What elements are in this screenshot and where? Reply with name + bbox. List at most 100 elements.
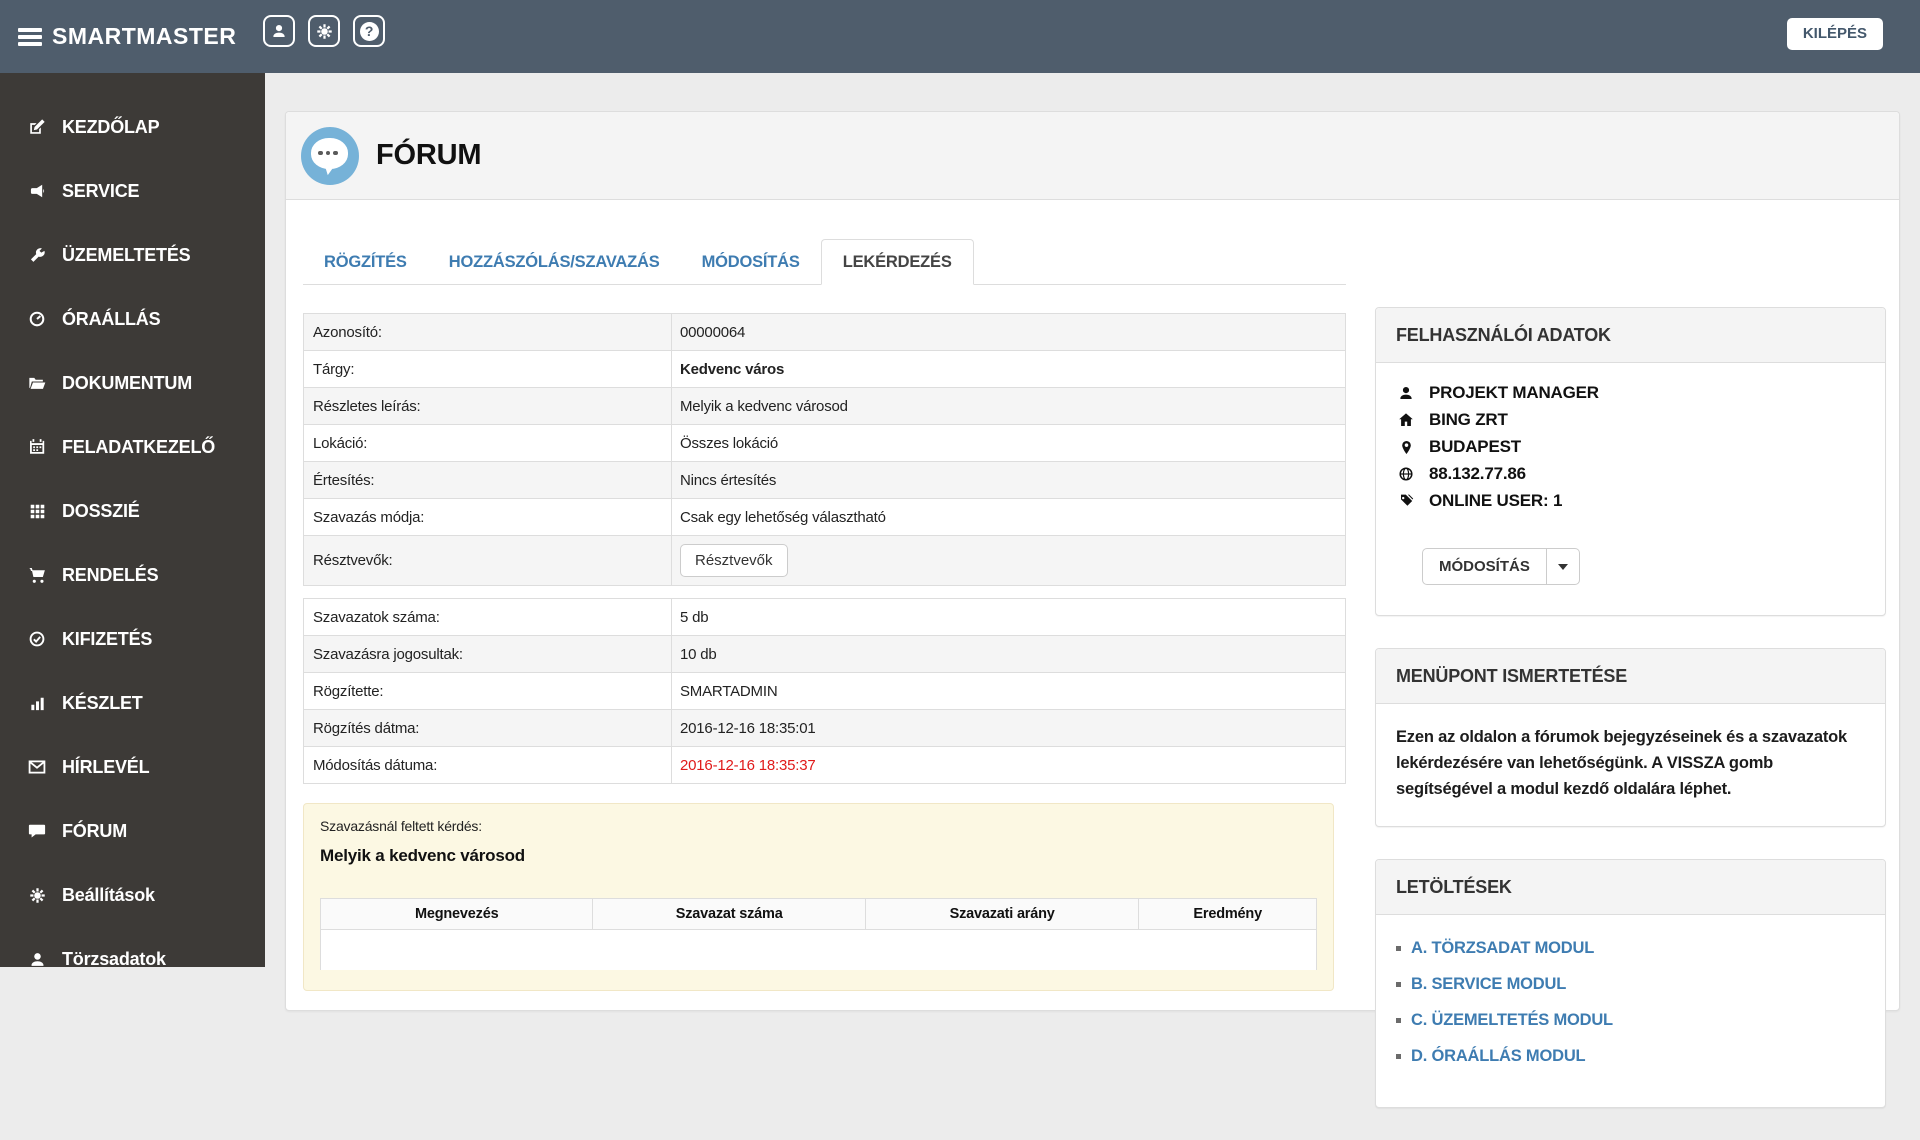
tab-hozzaszolas-szavazas[interactable]: HOZZÁSZÓLÁS/SZAVAZÁS [428, 240, 681, 284]
sidebar-item-label: FELADATKEZELŐ [62, 436, 216, 457]
sidebar-item-label: ÓRAÁLLÁS [62, 308, 161, 329]
menu-description-text: Ezen az oldalon a fórumok bejegyzéseinek… [1396, 728, 1847, 798]
poll-col-eredmeny: Eredmény [1139, 899, 1318, 930]
globe-icon [1396, 466, 1416, 482]
user-company-item: BING ZRT [1396, 410, 1865, 430]
downloads-title: LETÖLTÉSEK [1376, 860, 1885, 915]
table-row-modified-date: Módosítás dátuma: 2016-12-16 18:35:37 [304, 747, 1345, 784]
downloads-list: A. TÖRZSADAT MODUL B. SERVICE MODUL C. Ü… [1396, 939, 1865, 1066]
sidebar-item-rendeles[interactable]: RENDELÉS [0, 543, 265, 607]
tab-rogzites[interactable]: RÖGZÍTÉS [303, 240, 428, 284]
poll-results-panel: Szavazásnál feltett kérdés: Melyik a ked… [303, 803, 1334, 991]
sidebar-item-hirlevel[interactable]: HÍRLEVÉL [0, 735, 265, 799]
settings-button[interactable] [308, 15, 340, 47]
downloads-panel: LETÖLTÉSEK A. TÖRZSADAT MODUL B. SERVICE… [1375, 859, 1886, 1108]
comment-icon [25, 822, 49, 840]
sidebar-item-label: KÉSZLET [62, 692, 143, 713]
sidebar-item-torzsadatok[interactable]: Törzsadatok [0, 927, 265, 991]
tab-modositas[interactable]: MÓDOSÍTÁS [681, 240, 821, 284]
gear-icon [316, 23, 333, 40]
sidebar-item-keszlet[interactable]: KÉSZLET [0, 671, 265, 735]
participants-button[interactable]: Résztvevők [680, 544, 788, 577]
page-title: FÓRUM [376, 139, 482, 171]
sidebar-item-dokumentum[interactable]: DOKUMENTUM [0, 351, 265, 415]
forum-panel: FÓRUM RÖGZÍTÉS HOZZÁSZÓLÁS/SZAVAZÁS MÓDO… [285, 111, 1900, 1108]
sidebar-item-forum[interactable]: FÓRUM [0, 799, 265, 863]
menu-toggle-icon[interactable] [18, 28, 42, 46]
download-link-service[interactable]: B. SERVICE MODUL [1411, 975, 1566, 994]
table-row: Részletes leírás: Melyik a kedvenc város… [304, 388, 1345, 425]
poll-question: Melyik a kedvenc városod [320, 846, 525, 865]
envelope-icon [25, 758, 49, 776]
sidebar-item-label: DOSSZIÉ [62, 500, 140, 521]
poll-results-table: Megnevezés Szavazat száma Szavazati arán… [320, 898, 1318, 930]
menu-description-title: MENÜPONT ISMERTETÉSE [1376, 649, 1885, 704]
app-brand: SMARTMASTER [52, 23, 237, 49]
help-button[interactable]: ? [353, 15, 385, 47]
top-navbar: SMARTMASTER ? KILÉPÉS [0, 0, 1920, 73]
table-row: Szavazás módja: Csak egy lehetőség válas… [304, 499, 1345, 536]
user-data-panel-title: FELHASZNÁLÓI ADATOK [1376, 308, 1885, 363]
poll-col-megnevezes: Megnevezés [321, 899, 594, 930]
table-row: Rögzítés dátma: 2016-12-16 18:35:01 [304, 710, 1345, 747]
sidebar-item-oraallas[interactable]: ÓRAÁLLÁS [0, 287, 265, 351]
edit-icon [25, 118, 49, 136]
download-link-torzsadat[interactable]: A. TÖRZSADAT MODUL [1411, 939, 1594, 958]
table-row: Értesítés: Nincs értesítés [304, 462, 1345, 499]
user-city-item: BUDAPEST [1396, 437, 1865, 457]
home-icon [1396, 412, 1416, 428]
map-marker-icon [1396, 440, 1416, 455]
forum-details-table: Azonosító: 00000064 Tárgy: Kedvenc város… [303, 313, 1346, 586]
person-icon [1396, 385, 1416, 401]
sidebar-item-dosszie[interactable]: DOSSZIÉ [0, 479, 265, 543]
poll-table-row [320, 930, 1317, 970]
sidebar-item-label: ÜZEMELTETÉS [62, 244, 191, 265]
modify-dropdown-toggle[interactable] [1546, 548, 1580, 585]
sidebar-nav: KEZDŐLAP SERVICE ÜZEMELTETÉS ÓRAÁLLÁS DO… [0, 73, 265, 969]
forum-panel-heading: FÓRUM [286, 112, 1899, 200]
sidebar-item-service[interactable]: SERVICE [0, 159, 265, 223]
user-info-list: PROJEKT MANAGER BING ZRT BUDAPEST 88.132… [1396, 383, 1865, 511]
download-link-uzemeltetes[interactable]: C. ÜZEMELTETÉS MODUL [1411, 1011, 1613, 1030]
chevron-down-icon [1557, 563, 1568, 570]
poll-col-szavazat-szama: Szavazat száma [593, 899, 866, 930]
grid-icon [25, 503, 49, 520]
person-icon [25, 951, 49, 968]
gear-icon [25, 887, 49, 904]
forum-meta-table: Szavazatok száma: 5 db Szavazásra jogosu… [303, 598, 1346, 784]
table-row: Szavazásra jogosultak: 10 db [304, 636, 1345, 673]
sidebar-item-label: KIFIZETÉS [62, 628, 153, 649]
sidebar-item-label: SERVICE [62, 180, 140, 201]
bullet-icon [1396, 982, 1401, 987]
user-ip-item: 88.132.77.86 [1396, 464, 1865, 484]
sidebar-item-feladatkezelo[interactable]: FELADATKEZELŐ [0, 415, 265, 479]
logout-button[interactable]: KILÉPÉS [1786, 18, 1883, 50]
sidebar-item-uzemeltetes[interactable]: ÜZEMELTETÉS [0, 223, 265, 287]
forum-tabs: RÖGZÍTÉS HOZZÁSZÓLÁS/SZAVAZÁS MÓDOSÍTÁS … [303, 238, 1346, 285]
user-data-panel: FELHASZNÁLÓI ADATOK PROJEKT MANAGER BING… [1375, 307, 1886, 616]
user-name-item: PROJEKT MANAGER [1396, 383, 1865, 403]
table-row-participants: Résztvevők: Résztvevők [304, 536, 1345, 586]
sidebar-item-label: KEZDŐLAP [62, 116, 160, 137]
list-item: B. SERVICE MODUL [1396, 975, 1865, 994]
question-icon: ? [359, 21, 379, 41]
poll-col-szavazati-arany: Szavazati arány [865, 899, 1140, 930]
tab-lekerdezes[interactable]: LEKÉRDEZÉS [820, 239, 974, 285]
table-row: Lokáció: Összes lokáció [304, 425, 1345, 462]
sidebar-item-kifizetes[interactable]: KIFIZETÉS [0, 607, 265, 671]
sidebar-item-label: DOKUMENTUM [62, 372, 192, 393]
bullhorn-icon [25, 182, 49, 200]
modify-button[interactable]: MÓDOSÍTÁS [1422, 548, 1547, 585]
user-icon [271, 23, 287, 39]
right-sidebar: FELHASZNÁLÓI ADATOK PROJEKT MANAGER BING… [1375, 307, 1886, 1140]
sidebar-item-label: FÓRUM [62, 820, 127, 841]
sidebar-item-beallitasok[interactable]: Beállítások [0, 863, 265, 927]
calendar-icon [25, 438, 49, 456]
download-link-oraallas[interactable]: D. ÓRAÁLLÁS MODUL [1411, 1047, 1586, 1066]
poll-question-label: Szavazásnál feltett kérdés: [320, 818, 482, 834]
bullet-icon [1396, 1054, 1401, 1059]
modify-split-button: MÓDOSÍTÁS [1422, 548, 1580, 585]
table-row: Tárgy: Kedvenc város [304, 351, 1345, 388]
sidebar-item-kezdolap[interactable]: KEZDŐLAP [0, 95, 265, 159]
user-button[interactable] [263, 15, 295, 47]
